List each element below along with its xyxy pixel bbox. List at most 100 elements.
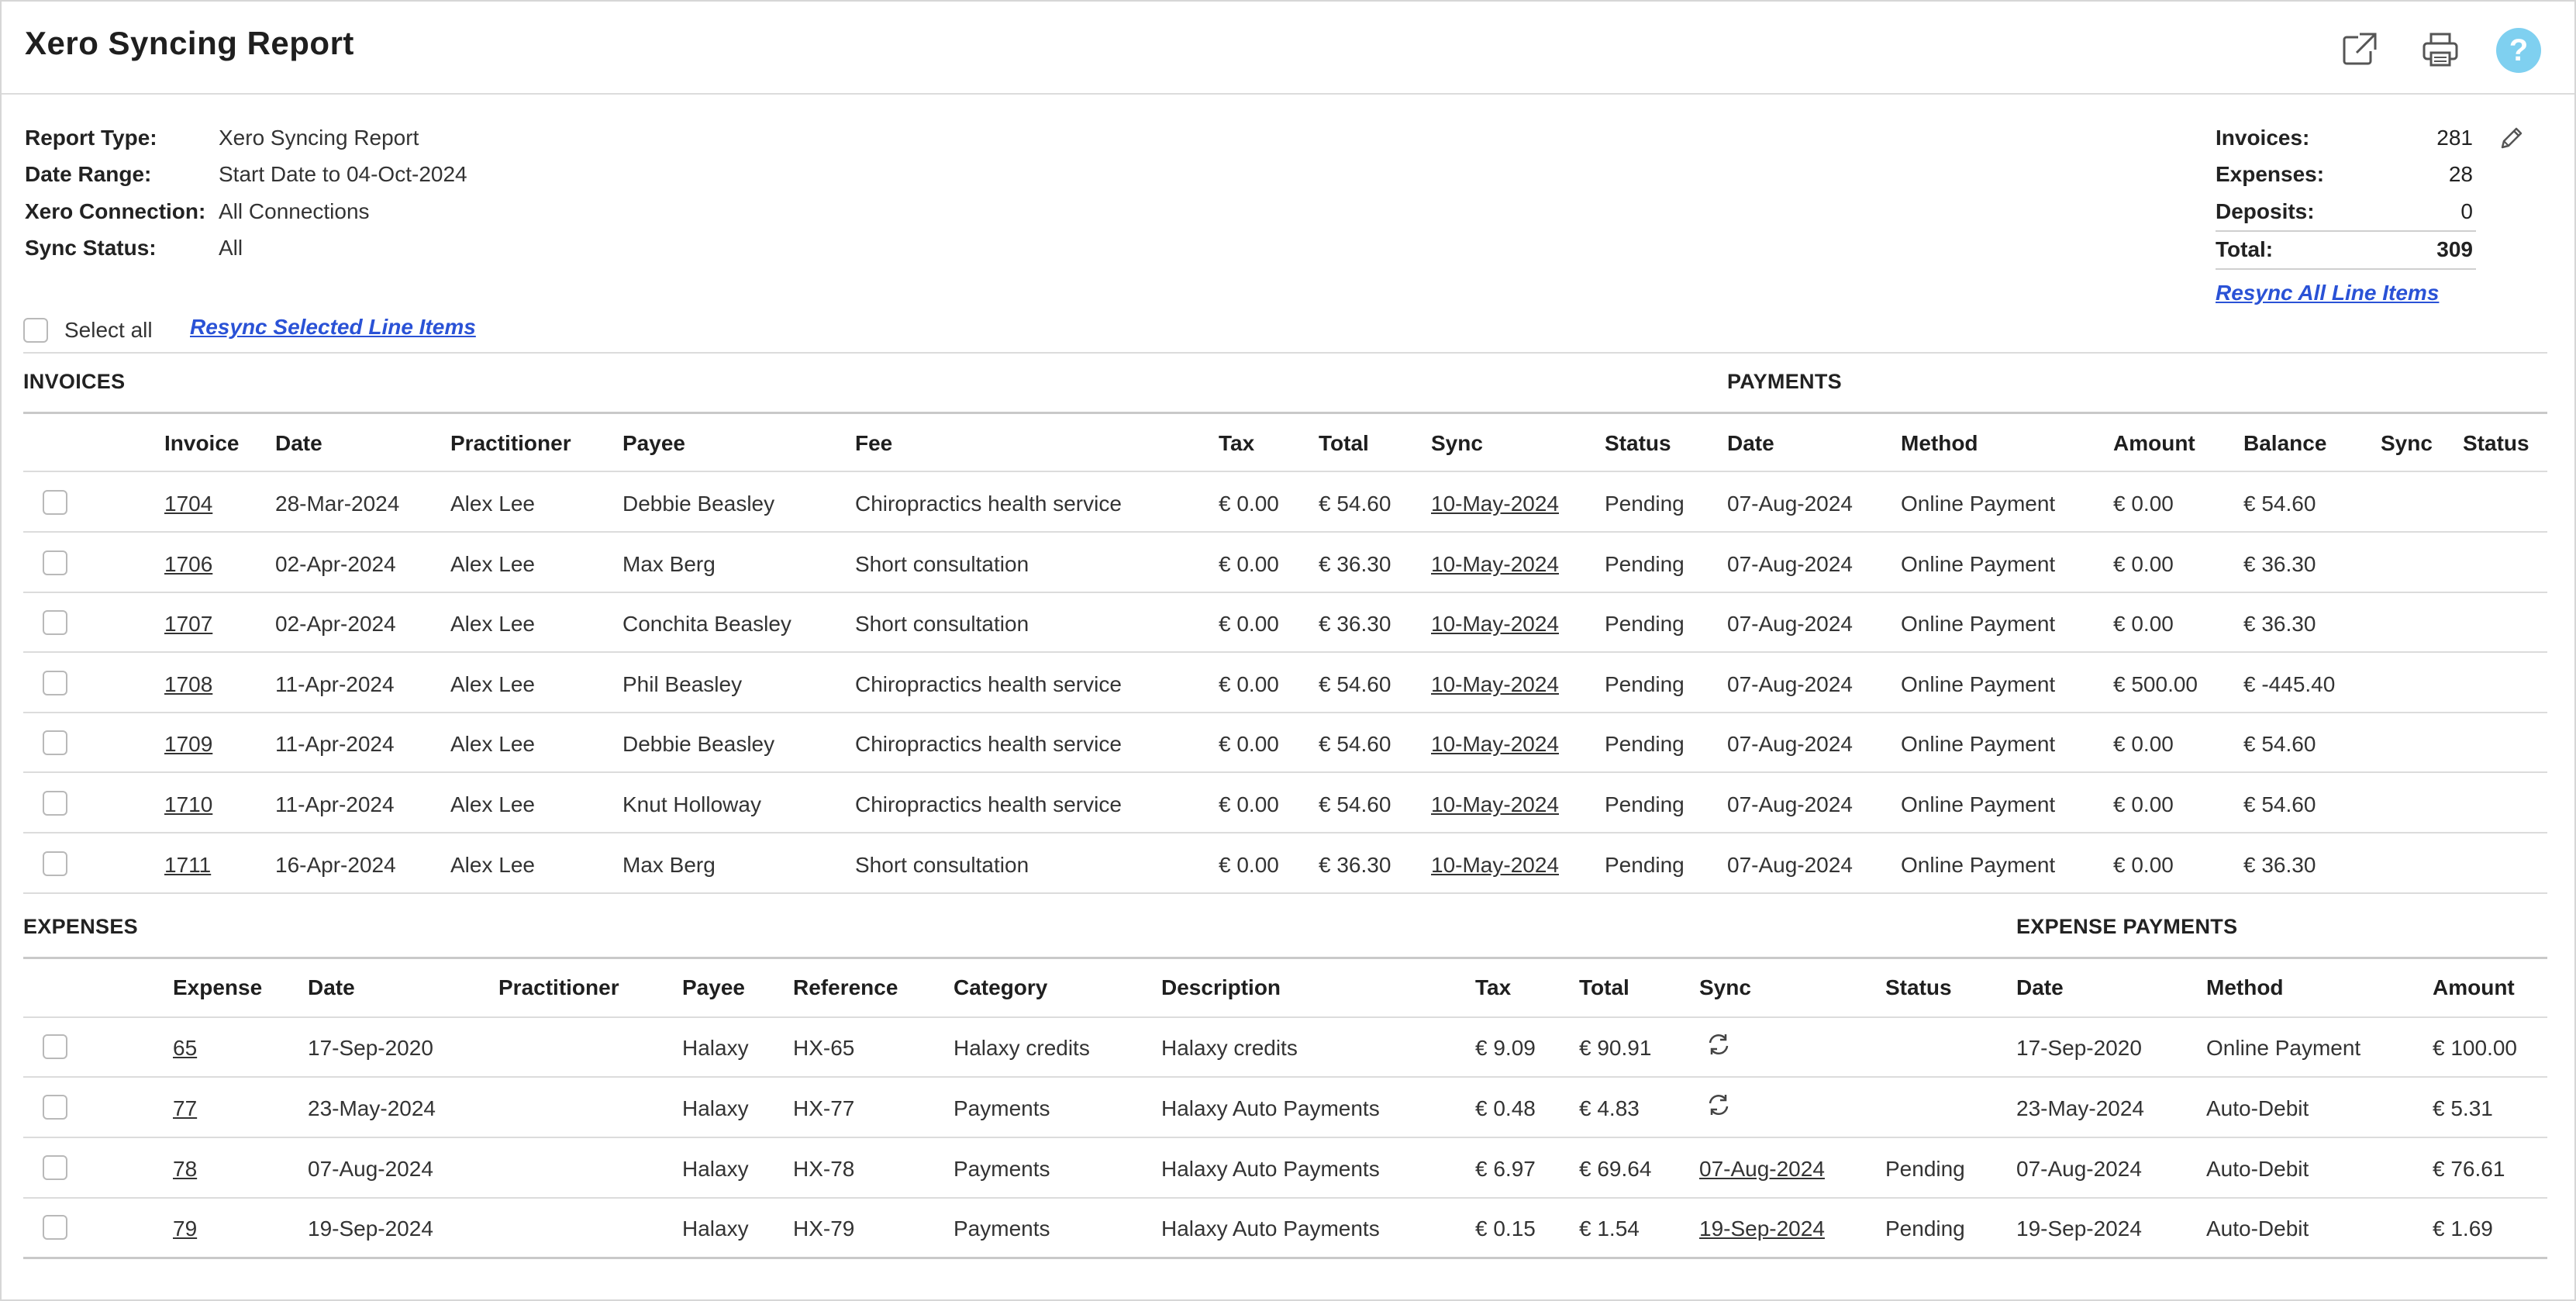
page-title: Xero Syncing Report — [25, 25, 354, 61]
table-cell: Online Payment — [2206, 1036, 2361, 1060]
report-header: Xero Syncing Report ? — [2, 2, 2574, 95]
table-cell: 07-Aug-2024 — [1727, 672, 1853, 696]
table-cell: € 6.97 — [1475, 1157, 1536, 1181]
table-cell: 07-Aug-2024 — [1727, 732, 1853, 756]
table-cell: Pending — [1605, 672, 1685, 696]
table-cell: 28-Mar-2024 — [275, 492, 400, 516]
row-checkbox[interactable] — [43, 1034, 67, 1059]
table-cell: € 500.00 — [2113, 672, 2198, 696]
summary-label: Total: — [2216, 237, 2274, 261]
row-checkbox[interactable] — [43, 1155, 67, 1180]
column-header: Tax — [1475, 975, 1512, 999]
resync-selected-link[interactable]: Resync Selected Line Items — [190, 315, 476, 340]
row-checkbox[interactable] — [43, 550, 67, 575]
table-cell: € 36.30 — [1319, 552, 1391, 576]
row-checkbox[interactable] — [43, 791, 67, 816]
table-cell: € 0.00 — [2113, 552, 2174, 576]
row-divider — [23, 832, 2547, 833]
column-header: Fee — [855, 431, 893, 455]
table-cell: HX-65 — [793, 1036, 855, 1060]
row-divider — [23, 892, 2547, 894]
invoice-link[interactable]: 1710 — [164, 792, 212, 817]
invoice-link[interactable]: 1707 — [164, 612, 212, 637]
column-header: Amount — [2433, 975, 2515, 999]
table-cell: € 90.91 — [1579, 1036, 1652, 1060]
table-cell: Chiropractics health service — [855, 492, 1122, 516]
table-cell: Online Payment — [1901, 612, 2056, 636]
table-cell: € 54.60 — [1319, 492, 1391, 516]
sync-date-link[interactable]: 10-May-2024 — [1431, 792, 1559, 817]
table-cell: € 1.54 — [1579, 1216, 1640, 1241]
invoice-link[interactable]: 1704 — [164, 492, 212, 516]
table-cell: € 0.00 — [1219, 552, 1279, 576]
expense-link[interactable]: 79 — [173, 1216, 197, 1241]
table-cell: Halaxy credits — [953, 1036, 1090, 1060]
summary-label: Deposits: — [2216, 199, 2315, 223]
row-checkbox[interactable] — [43, 730, 67, 755]
row-checkbox[interactable] — [43, 1215, 67, 1240]
sync-date-link[interactable]: 07-Aug-2024 — [1699, 1157, 1825, 1182]
invoice-link[interactable]: 1711 — [164, 853, 211, 878]
select-all-checkbox[interactable] — [23, 318, 48, 343]
table-cell: 11-Apr-2024 — [275, 732, 395, 756]
column-header: Reference — [793, 975, 898, 999]
table-cell: Phil Beasley — [622, 672, 743, 696]
sync-date-link[interactable]: 10-May-2024 — [1431, 552, 1559, 577]
table-cell: € 100.00 — [2433, 1036, 2517, 1060]
row-checkbox[interactable] — [43, 1095, 67, 1120]
table-cell: € 54.60 — [2243, 792, 2316, 816]
expense-payments-section-title: EXPENSE PAYMENTS — [2016, 915, 2238, 938]
summary-label: Expenses: — [2216, 162, 2325, 186]
column-header: Description — [1161, 975, 1281, 999]
pencil-icon[interactable] — [2498, 124, 2526, 152]
help-icon[interactable]: ? — [2496, 28, 2541, 73]
sync-date-link[interactable]: 10-May-2024 — [1431, 492, 1559, 516]
sync-date-link[interactable]: 10-May-2024 — [1431, 672, 1559, 697]
invoice-link[interactable]: 1709 — [164, 732, 212, 757]
row-checkbox[interactable] — [43, 610, 67, 635]
resync-all-link[interactable]: Resync All Line Items — [2216, 281, 2439, 305]
table-cell: € 0.15 — [1475, 1216, 1536, 1241]
row-checkbox[interactable] — [43, 490, 67, 515]
table-cell: € 0.00 — [2113, 732, 2174, 756]
table-cell: Online Payment — [1901, 792, 2056, 816]
table-cell: Max Berg — [622, 853, 716, 877]
invoice-link[interactable]: 1706 — [164, 552, 212, 577]
table-cell: Online Payment — [1901, 672, 2056, 696]
row-divider — [23, 1197, 2547, 1199]
invoice-link[interactable]: 1708 — [164, 672, 212, 697]
column-header: Status — [1885, 975, 1952, 999]
column-header: Expense — [173, 975, 263, 999]
row-checkbox[interactable] — [43, 851, 67, 876]
table-cell: € 54.60 — [1319, 732, 1391, 756]
sync-date-link[interactable]: 19-Sep-2024 — [1699, 1216, 1825, 1241]
table-cell: Online Payment — [1901, 552, 2056, 576]
table-cell: Chiropractics health service — [855, 732, 1122, 756]
row-checkbox[interactable] — [43, 671, 67, 695]
printer-icon[interactable] — [2420, 29, 2460, 70]
sync-date-link[interactable]: 10-May-2024 — [1431, 853, 1559, 878]
row-divider — [23, 1076, 2547, 1078]
sync-date-link[interactable]: 10-May-2024 — [1431, 732, 1559, 757]
column-header: Category — [953, 975, 1048, 999]
sync-icon[interactable] — [1705, 1092, 1732, 1118]
expense-link[interactable]: 77 — [173, 1096, 197, 1121]
row-divider — [23, 1137, 2547, 1138]
table-cell: € 9.09 — [1475, 1036, 1536, 1060]
external-link-icon[interactable] — [2340, 29, 2380, 70]
sync-date-link[interactable]: 10-May-2024 — [1431, 612, 1559, 637]
table-cell: 11-Apr-2024 — [275, 792, 395, 816]
table-cell: € 0.48 — [1475, 1096, 1536, 1120]
column-header: Invoice — [164, 431, 240, 455]
table-cell: Alex Lee — [450, 492, 535, 516]
table-cell: Short consultation — [855, 552, 1029, 576]
meta-value: All Connections — [219, 199, 370, 223]
expense-link[interactable]: 65 — [173, 1036, 197, 1061]
column-header: Date — [1727, 431, 1774, 455]
table-cell: 07-Aug-2024 — [1727, 853, 1853, 877]
table-cell: Online Payment — [1901, 732, 2056, 756]
table-cell: Short consultation — [855, 853, 1029, 877]
expense-link[interactable]: 78 — [173, 1157, 197, 1182]
row-divider — [23, 651, 2547, 653]
sync-icon[interactable] — [1705, 1031, 1732, 1058]
